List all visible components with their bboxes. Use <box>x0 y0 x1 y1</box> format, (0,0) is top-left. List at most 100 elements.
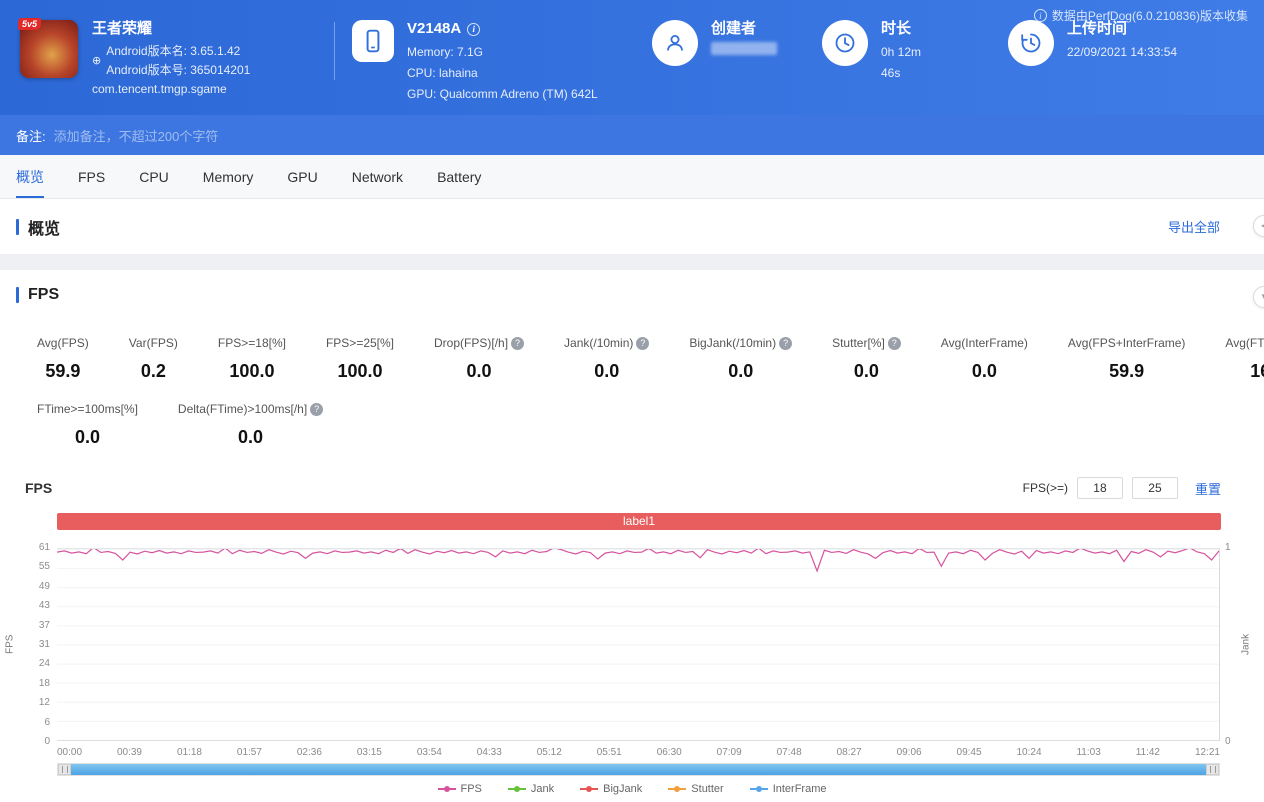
collected-by-text: 数据由PerfDog(6.0.210836)版本收集 <box>1051 9 1248 23</box>
note-input[interactable]: 备注: 添加备注，不超过200个字符 <box>0 115 1264 155</box>
metric: Var(FPS) 0.2 <box>129 336 178 382</box>
tab[interactable]: FPS <box>78 155 105 198</box>
metric-label: Drop(FPS)[/h] <box>434 336 509 350</box>
tab[interactable]: Battery <box>437 155 481 198</box>
collapse-overview-button[interactable]: ◀ <box>1253 215 1264 237</box>
metric-value: 0.0 <box>74 427 100 447</box>
metric: Avg(InterFrame) 0.0 <box>941 336 1028 382</box>
metric-label: Stutter[%] <box>832 336 885 350</box>
y-tick: 31 <box>38 638 50 650</box>
x-tick: 07:09 <box>716 747 742 758</box>
x-tick: 01:57 <box>236 747 262 758</box>
scrollbar-thumb[interactable] <box>71 764 1206 775</box>
header-divider <box>334 22 335 80</box>
creator-cluster: 创建者 <box>652 20 792 66</box>
legend-item[interactable]: InterFrame <box>749 783 827 795</box>
android-icon: ⊕ <box>92 54 102 67</box>
x-tick: 02:36 <box>296 747 322 758</box>
y-tick: 24 <box>38 658 50 670</box>
fps-overview-panel: FPS ▼ Avg(FPS) 59.9 Var(FPS) 0.2 FPS>=18… <box>0 270 1264 795</box>
chart-scrollbar[interactable] <box>57 763 1220 776</box>
info-icon[interactable]: ? <box>887 336 901 350</box>
fps-threshold-max-input[interactable] <box>1131 477 1178 499</box>
metric: Stutter[%] ? 0.0 <box>832 336 901 382</box>
android-version-code: Android版本号: 365014201 <box>106 63 251 77</box>
metric-value: 0.0 <box>594 361 620 381</box>
report-header: i 数据由PerfDog(6.0.210836)版本收集 5v5 王者荣耀 ⊕ … <box>0 0 1264 115</box>
fps-plot-area[interactable] <box>57 548 1220 741</box>
reset-link[interactable]: 重置 <box>1195 479 1221 498</box>
metric-value: 59.9 <box>1109 361 1145 381</box>
fps-chart-header: FPS FPS(>=) 重置 <box>0 476 1264 500</box>
export-all-link[interactable]: 导出全部 <box>1168 217 1220 236</box>
legend-marker-icon <box>668 786 687 792</box>
app-cluster: 5v5 王者荣耀 ⊕ Android版本名: 3.65.1.42 Android… <box>18 18 316 99</box>
metric-value: 16.7 <box>1250 361 1264 381</box>
android-version-name: Android版本名: 3.65.1.42 <box>106 44 241 58</box>
y-tick: 43 <box>38 600 50 612</box>
x-tick: 04:33 <box>476 747 502 758</box>
legend-marker-icon <box>749 786 768 792</box>
upload-cluster: 上传时间 22/09/2021 14:33:54 <box>1008 20 1177 66</box>
device-memory: Memory: 7.1G <box>407 45 484 59</box>
note-placeholder: 添加备注，不超过200个字符 <box>53 128 219 144</box>
y-axis-label-left: FPS <box>4 634 16 655</box>
metric-label: FPS>=18[%] <box>217 336 286 350</box>
history-clock-icon <box>1008 20 1054 66</box>
fps-threshold-label: FPS(>=) <box>1022 481 1068 495</box>
info-icon[interactable]: ? <box>779 336 793 350</box>
metric-value: 0.0 <box>853 361 879 381</box>
x-tick: 07:48 <box>776 747 802 758</box>
metric: Delta(FTime)>100ms[/h] ? 0.0 <box>178 402 324 448</box>
x-tick: 03:15 <box>356 747 382 758</box>
tab[interactable]: 概览 <box>16 155 44 198</box>
info-icon[interactable]: ? <box>511 336 525 350</box>
legend-item[interactable]: Stutter <box>668 783 724 795</box>
package-name: com.tencent.tmgp.sgame <box>92 82 227 96</box>
x-tick: 09:45 <box>956 747 982 758</box>
info-icon[interactable]: i <box>467 22 481 36</box>
metric-tabbar: 概览 FPS CPU Memory GPU Network Battery <box>0 155 1264 199</box>
metric: Avg(FPS) 59.9 <box>37 336 89 382</box>
chevron-down-icon: ▼ <box>1260 292 1264 301</box>
x-tick: 10:24 <box>1016 747 1042 758</box>
legend-item[interactable]: Jank <box>507 783 554 795</box>
metric-label: FPS>=25[%] <box>325 336 395 350</box>
scrollbar-right-handle[interactable] <box>1206 764 1219 775</box>
tab[interactable]: GPU <box>287 155 317 198</box>
metric: FPS>=18[%] 100.0 <box>218 336 286 382</box>
metric-value: 0.0 <box>728 361 754 381</box>
legend-marker-icon <box>507 786 526 792</box>
tab[interactable]: CPU <box>139 155 169 198</box>
tab[interactable]: Memory <box>203 155 254 198</box>
chart-legend: FPS Jank BigJank Stutter InterFrame <box>0 783 1264 795</box>
metric-label: Var(FPS) <box>128 336 178 350</box>
y-axis-label-right: Jank <box>1240 633 1252 656</box>
legend-item[interactable]: FPS <box>437 783 482 795</box>
metric: FPS>=25[%] 100.0 <box>326 336 394 382</box>
y-tick: 0 <box>44 735 50 747</box>
clock-icon <box>822 20 868 66</box>
metric: FTime>=100ms[%] 0.0 <box>37 402 138 448</box>
y-axis-ticks-left: 61 55 49 43 37 31 24 18 12 6 0 <box>19 542 57 747</box>
title-accent-bar <box>16 287 19 303</box>
app-icon-badge: 5v5 <box>18 18 42 30</box>
chart-annotation-label1[interactable]: label1 <box>57 513 1221 530</box>
title-accent-bar <box>16 218 19 235</box>
upload-time-value: 22/09/2021 14:33:54 <box>1067 45 1178 59</box>
tab[interactable]: Network <box>352 155 403 198</box>
scrollbar-left-handle[interactable] <box>58 764 71 775</box>
info-icon[interactable]: ? <box>636 336 650 350</box>
info-icon[interactable]: ? <box>310 402 324 416</box>
collapse-fps-button[interactable]: ▼ <box>1253 286 1264 308</box>
metric-value: 0.0 <box>466 361 492 381</box>
metric-value: 0.0 <box>238 427 264 447</box>
metric-label: Avg(FTime)[ms] <box>1225 336 1264 350</box>
legend-item[interactable]: BigJank <box>580 783 642 795</box>
y-tick: 49 <box>38 580 50 592</box>
fps-threshold-min-input[interactable] <box>1076 477 1123 499</box>
metric-label: Avg(FPS) <box>37 336 89 350</box>
app-icon: 5v5 <box>18 18 78 78</box>
user-icon <box>652 20 698 66</box>
device-gpu: GPU: Qualcomm Adreno (TM) 642L <box>407 87 598 101</box>
